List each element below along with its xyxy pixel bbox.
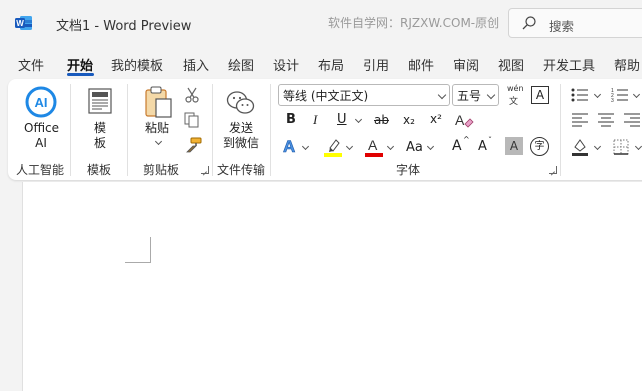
- office-ai-label-line2: AI: [35, 136, 47, 150]
- svg-text:W: W: [16, 19, 24, 28]
- subscript-button[interactable]: x₂: [403, 113, 415, 127]
- chevron-down-icon: [437, 90, 447, 100]
- font-name-select[interactable]: 等线 (中文正文): [278, 84, 450, 106]
- format-painter-icon[interactable]: [184, 137, 202, 153]
- wechat-icon: [226, 91, 255, 114]
- group-label-template: 模板: [87, 163, 112, 177]
- align-right-icon[interactable]: [624, 113, 640, 127]
- character-shading-button[interactable]: A: [505, 137, 523, 155]
- svg-text:AI: AI: [35, 95, 48, 110]
- send-wechat-label-line2: 到微信: [222, 136, 259, 150]
- watermark-text: 软件自学网：RJZXW.COM-原创: [328, 16, 500, 30]
- document-page[interactable]: [22, 182, 642, 391]
- change-case-button[interactable]: Aa: [406, 140, 423, 155]
- bullets-icon[interactable]: [571, 87, 589, 103]
- tab-help[interactable]: 帮助: [614, 55, 640, 74]
- shrink-font-button[interactable]: A ˇ: [478, 136, 496, 155]
- group-divider: [127, 84, 128, 176]
- template-icon: [88, 88, 112, 114]
- tab-view[interactable]: 视图: [498, 55, 524, 74]
- chevron-down-icon: [486, 90, 496, 100]
- office-ai-icon: AI: [25, 86, 57, 118]
- phonetic-bottom-text: 文: [509, 97, 519, 107]
- text-effects-icon[interactable]: A: [282, 137, 300, 155]
- grow-font-text: A: [452, 138, 462, 154]
- tab-references[interactable]: 引用: [363, 55, 389, 74]
- margin-corner-mark: [150, 237, 151, 263]
- font-name-value: 等线 (中文正文): [283, 89, 369, 103]
- svg-text:A: A: [283, 137, 295, 155]
- copy-icon[interactable]: [184, 112, 200, 128]
- font-color-icon[interactable]: A: [364, 136, 384, 158]
- character-border-button[interactable]: A: [531, 86, 549, 104]
- font-size-select[interactable]: 五号: [452, 84, 499, 106]
- word-logo-icon: W: [15, 16, 32, 30]
- phonetic-top-text: wén: [507, 84, 524, 93]
- search-icon: [522, 16, 536, 30]
- active-tab-indicator: [67, 73, 94, 76]
- shrink-font-text: A: [478, 139, 487, 154]
- group-label-font: 字体: [396, 163, 421, 177]
- group-divider: [560, 84, 561, 176]
- character-border-text: A: [535, 88, 545, 102]
- svg-text:A: A: [455, 112, 465, 128]
- tab-draw[interactable]: 绘图: [228, 55, 254, 74]
- template-label-line1: 模: [93, 121, 106, 135]
- borders-icon[interactable]: [613, 139, 629, 155]
- enclose-characters-button[interactable]: 字: [530, 137, 549, 156]
- caret-down-icon: ˇ: [488, 136, 492, 145]
- svg-text:3: 3: [611, 98, 614, 103]
- paragraph-shading-icon[interactable]: [571, 137, 589, 157]
- align-left-icon[interactable]: [572, 113, 588, 127]
- title-bar: W 文档1 - Word Preview 软件自学网：RJZXW.COM-原创 …: [0, 0, 642, 46]
- italic-button[interactable]: I: [313, 112, 317, 128]
- font-size-value: 五号: [457, 89, 482, 103]
- superscript-button[interactable]: x²: [430, 112, 442, 126]
- strikethrough-button[interactable]: ab: [374, 113, 389, 127]
- ribbon-tabs: 文件 开始 我的模板 插入 绘图 设计 布局 引用 邮件 审阅 视图 开发工具 …: [0, 50, 642, 76]
- tab-developer[interactable]: 开发工具: [543, 55, 595, 74]
- clipboard-launcher-icon[interactable]: [201, 166, 209, 174]
- caret-up-icon: ^: [463, 135, 470, 144]
- cut-icon[interactable]: [185, 87, 199, 103]
- tab-layout[interactable]: 布局: [318, 55, 344, 74]
- group-divider: [212, 84, 213, 176]
- tab-home[interactable]: 开始: [67, 55, 93, 74]
- tab-my-templates[interactable]: 我的模板: [111, 55, 163, 74]
- group-divider: [270, 84, 271, 176]
- group-label-clipboard: 剪贴板: [143, 163, 180, 177]
- office-ai-label-line1: Office: [24, 121, 60, 135]
- search-input[interactable]: 搜索: [508, 8, 642, 38]
- svg-text:A: A: [368, 137, 378, 153]
- clear-formatting-icon[interactable]: A: [454, 111, 474, 129]
- bold-button[interactable]: B: [286, 112, 296, 127]
- tab-review[interactable]: 审阅: [453, 55, 479, 74]
- margin-corner-mark: [125, 262, 151, 263]
- enclose-characters-text: 字: [534, 141, 545, 152]
- tab-insert[interactable]: 插入: [183, 55, 209, 74]
- numbering-icon[interactable]: 1 2 3: [611, 87, 629, 103]
- group-divider: [70, 84, 71, 176]
- group-label-file-transfer: 文件传输: [217, 163, 266, 177]
- align-center-icon[interactable]: [598, 113, 614, 127]
- template-label-line2: 板: [93, 136, 106, 150]
- send-wechat-label-line1: 发送: [228, 121, 253, 135]
- character-shading-text: A: [509, 139, 519, 153]
- font-launcher-icon[interactable]: [549, 166, 557, 174]
- paste-icon: [145, 86, 172, 118]
- underline-button[interactable]: U: [337, 112, 347, 127]
- paste-label: 粘贴: [144, 121, 169, 135]
- tab-design[interactable]: 设计: [273, 55, 299, 74]
- grow-font-button[interactable]: A ^: [452, 135, 470, 155]
- tab-file[interactable]: 文件: [18, 55, 44, 74]
- highlight-icon[interactable]: [322, 136, 344, 158]
- group-label-ai: 人工智能: [16, 163, 65, 177]
- tab-mailings[interactable]: 邮件: [408, 55, 434, 74]
- search-placeholder: 搜索: [549, 19, 575, 34]
- document-title: 文档1 - Word Preview: [56, 19, 192, 34]
